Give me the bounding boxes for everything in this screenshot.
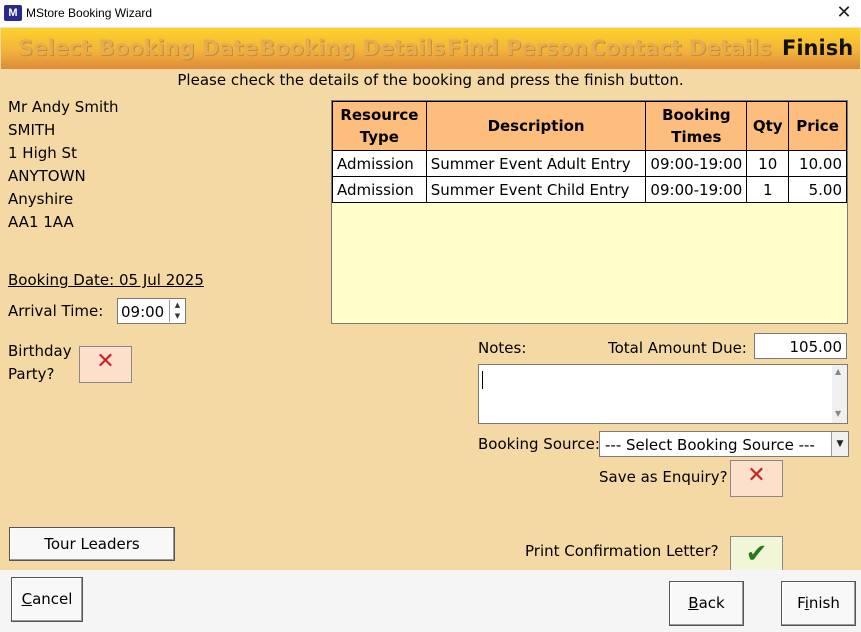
address-postcode: AA1 1AA <box>8 213 74 231</box>
finish-button[interactable]: Finish <box>781 581 856 626</box>
cell-qty: 10 <box>746 150 790 177</box>
cell-price: 5.00 <box>788 176 847 203</box>
cell-description: Summer Event Child Entry <box>425 176 647 203</box>
column-header-qty[interactable]: Qty <box>746 101 790 151</box>
checkmark-icon: ✔ <box>745 539 768 569</box>
birthday-label-line1: Birthday <box>8 342 72 360</box>
cell-booking-times: 09:00-19:00 <box>645 176 748 203</box>
table-row[interactable]: Admission Summer Event Child Entry 09:00… <box>332 176 847 203</box>
spin-up-icon[interactable]: ▲ <box>169 300 185 311</box>
notes-label: Notes: <box>478 339 527 357</box>
column-header-description[interactable]: Description <box>425 101 647 151</box>
save-enquiry-label: Save as Enquiry? <box>599 468 728 486</box>
address-county: Anyshire <box>8 190 74 208</box>
total-amount-label: Total Amount Due: <box>608 339 747 357</box>
total-amount-field[interactable]: 105.00 <box>754 333 847 359</box>
booking-items-table: Resource Type Description Booking Times Qt… <box>332 101 847 203</box>
cell-resource-type: Admission <box>332 176 427 203</box>
birthday-label-line2: Party? <box>8 365 55 383</box>
cell-resource-type: Admission <box>332 150 427 177</box>
cross-icon: ✕ <box>747 463 766 488</box>
print-letter-label: Print Confirmation Letter? <box>525 542 719 560</box>
notes-textarea[interactable]: ▲ ▼ <box>478 364 848 424</box>
app-logo-icon: M <box>4 5 22 21</box>
text-cursor <box>482 371 483 389</box>
table-row[interactable]: Admission Summer Event Adult Entry 09:00… <box>332 150 847 177</box>
cell-booking-times: 09:00-19:00 <box>645 150 748 177</box>
window-title: MStore Booking Wizard <box>26 6 153 20</box>
step-booking-details: Booking Details <box>259 36 446 60</box>
booking-source-select[interactable]: --- Select Booking Source --- ▼ <box>599 431 849 457</box>
booking-source-value: --- Select Booking Source --- <box>605 436 815 454</box>
arrival-time-value: 09:00 <box>121 303 165 321</box>
total-amount-value: 105.00 <box>789 338 843 356</box>
booking-date-label: Booking Date: 05 Jul 2025 <box>8 271 204 289</box>
address-street: 1 High St <box>8 144 77 162</box>
notes-scrollbar[interactable]: ▲ ▼ <box>832 365 847 423</box>
back-button[interactable]: Back <box>669 581 744 626</box>
column-header-resource-type[interactable]: Resource Type <box>332 101 427 151</box>
close-icon[interactable]: ✕ <box>833 2 855 24</box>
wizard-steps-bar: Select Booking Date Booking Details Find… <box>1 28 860 69</box>
step-find-person: Find Person <box>447 36 588 60</box>
table-header-row: Resource Type Description Booking Times Qt… <box>332 101 847 151</box>
cell-qty: 1 <box>746 176 790 203</box>
step-select-booking-date: Select Booking Date <box>18 36 258 60</box>
step-contact-details: Contact Details <box>590 36 772 60</box>
booking-items-grid: Resource Type Description Booking Times Qt… <box>331 100 848 324</box>
step-finish: Finish <box>782 36 854 60</box>
cell-description: Summer Event Adult Entry <box>425 150 647 177</box>
cancel-button[interactable]: Cancel <box>11 577 83 622</box>
column-header-price[interactable]: Price <box>788 101 847 151</box>
scroll-up-icon[interactable]: ▲ <box>835 367 841 376</box>
cell-price: 10.00 <box>788 150 847 177</box>
booking-source-label: Booking Source: <box>478 435 600 453</box>
column-header-booking-times[interactable]: Booking Times <box>645 101 748 151</box>
scroll-down-icon[interactable]: ▼ <box>835 409 841 418</box>
title-bar: M MStore Booking Wizard ✕ <box>0 0 861 28</box>
instructions-text: Please check the details of the booking … <box>177 71 684 89</box>
save-enquiry-checkbox[interactable]: ✕ <box>730 460 783 497</box>
arrival-time-input[interactable]: 09:00 ▲ ▼ <box>117 298 186 324</box>
cross-icon: ✕ <box>96 349 115 374</box>
address-name: Mr Andy Smith <box>8 98 119 116</box>
address-surname: SMITH <box>8 121 56 139</box>
tour-leaders-button[interactable]: Tour Leaders <box>9 527 175 561</box>
chevron-down-icon[interactable]: ▼ <box>831 432 848 456</box>
spin-down-icon[interactable]: ▼ <box>169 311 185 322</box>
birthday-party-checkbox[interactable]: ✕ <box>79 346 132 383</box>
arrival-time-label: Arrival Time: <box>8 302 104 320</box>
address-town: ANYTOWN <box>8 167 86 185</box>
